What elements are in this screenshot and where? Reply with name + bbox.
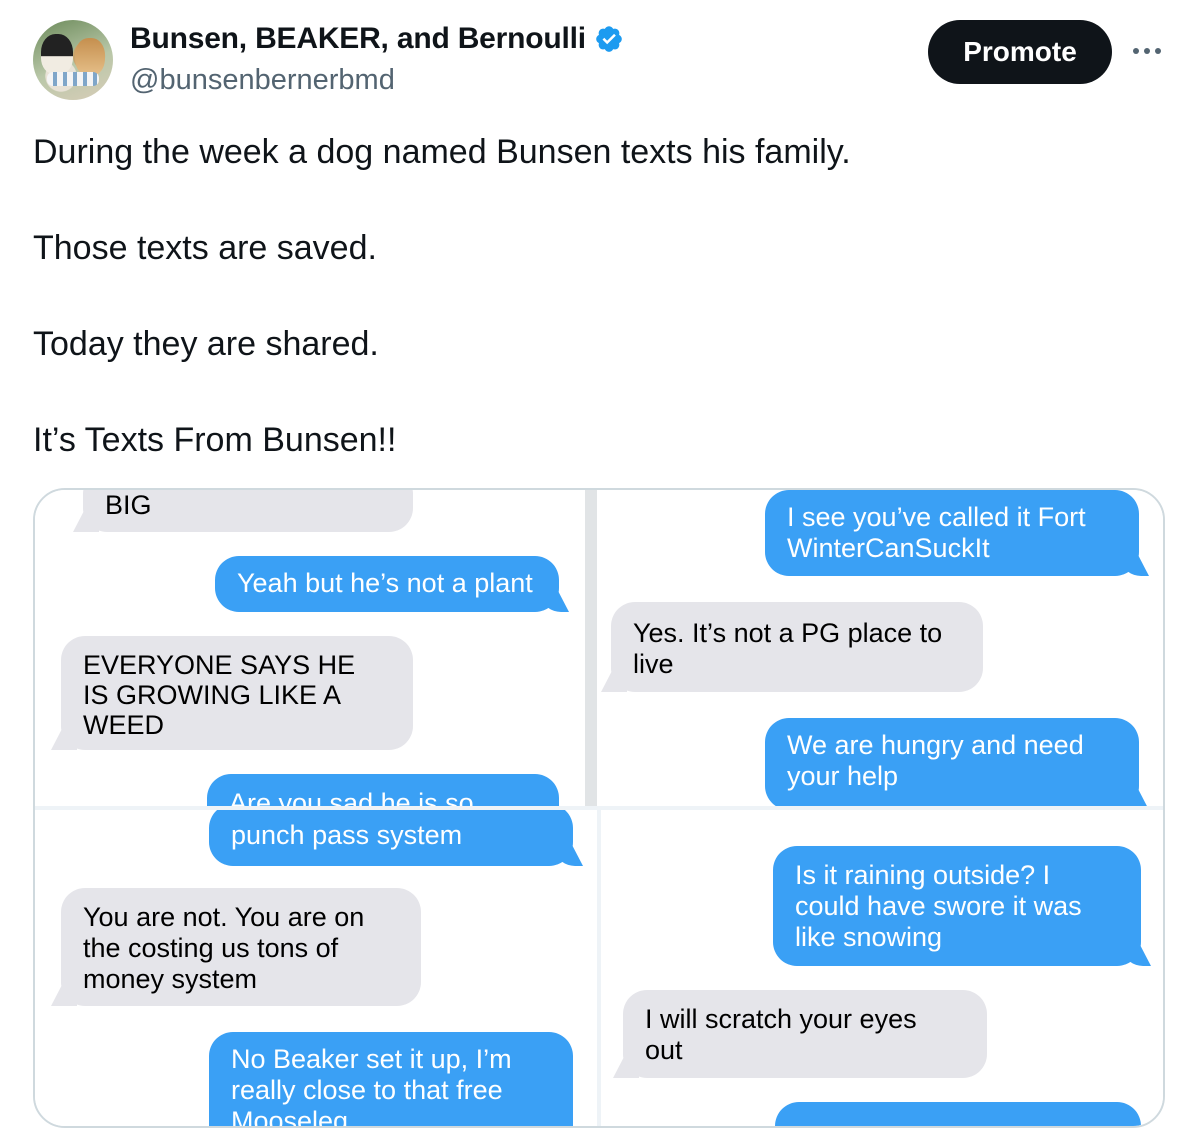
message-text: I see you’ve called it Fort WinterCanSuc… [787, 502, 1086, 563]
message-text: Yeah but he’s not a plant [237, 568, 533, 598]
tweet-paragraph: During the week a dog named Bunsen texts… [33, 133, 851, 171]
tweet-paragraph: Today they are shared. [33, 325, 379, 363]
message-bubble-sent: I see you’ve called it Fort WinterCanSuc… [765, 490, 1139, 576]
media-image-1[interactable]: BIG Yeah but he’s not a plant EVERYONE S… [35, 490, 585, 806]
media-divider [585, 490, 597, 806]
media-image-3[interactable]: punch pass system You are not. You are o… [35, 810, 597, 1128]
message-bubble-received: You are not. You are on the costing us t… [61, 888, 421, 1006]
message-text: BIG [105, 490, 152, 520]
verified-badge-icon[interactable] [594, 24, 624, 54]
message-text: punch pass system [231, 820, 463, 850]
message-text: EVERYONE SAYS HE IS GROWING LIKE A WEED [83, 650, 356, 740]
author-handle[interactable]: @bunsenbernerbmd [130, 64, 395, 97]
promote-button[interactable]: Promote [928, 20, 1112, 84]
message-bubble-sent: Are you sad he is so [207, 774, 559, 806]
message-text: Are you sad he is so [229, 788, 474, 806]
message-bubble-sent: We are hungry and need your help [765, 718, 1139, 806]
message-bubble-received: Yes. It’s not a PG place to live [611, 602, 983, 692]
message-bubble-sent: punch pass system [209, 810, 573, 866]
message-text: We are hungry and need your help [787, 730, 1084, 791]
message-bubble-sent: Is it raining outside? I could have swor… [773, 846, 1141, 966]
tweet-paragraph: It’s Texts From Bunsen!! [33, 421, 397, 459]
message-bubble-sent [775, 1102, 1141, 1126]
avatar-bandana [47, 72, 99, 86]
media-image-2[interactable]: I see you’ve called it Fort WinterCanSuc… [597, 490, 1163, 806]
avatar[interactable] [33, 20, 113, 100]
avatar-dog-right [75, 38, 105, 76]
tweet-text: During the week a dog named Bunsen texts… [33, 130, 1143, 514]
message-bubble-sent: No Beaker set it up, I’m really close to… [209, 1032, 573, 1128]
message-text: Is it raining outside? I could have swor… [795, 860, 1082, 952]
avatar-dog-left [41, 34, 73, 74]
message-bubble-received: BIG [83, 490, 413, 532]
message-text: Yes. It’s not a PG place to live [633, 618, 943, 679]
media-image-4[interactable]: Is it raining outside? I could have swor… [601, 810, 1163, 1126]
message-text: I will scratch your eyes out [645, 1004, 917, 1065]
message-text: You are not. You are on the costing us t… [83, 902, 365, 994]
author-name-row: Bunsen, BEAKER, and Bernoulli [130, 22, 624, 56]
author-display-name[interactable]: Bunsen, BEAKER, and Bernoulli [130, 22, 586, 56]
more-options-icon[interactable] [1128, 36, 1166, 66]
tweet-header: Bunsen, BEAKER, and Bernoulli @bunsenber… [0, 0, 1178, 120]
tweet-media-grid[interactable]: BIG Yeah but he’s not a plant EVERYONE S… [33, 488, 1165, 1128]
message-bubble-sent: Yeah but he’s not a plant [215, 556, 559, 612]
message-bubble-received: I will scratch your eyes out [623, 990, 987, 1078]
message-bubble-received: EVERYONE SAYS HE IS GROWING LIKE A WEED [61, 636, 413, 750]
message-text: No Beaker set it up, I’m really close to… [231, 1044, 512, 1128]
tweet-paragraph: Those texts are saved. [33, 229, 377, 267]
